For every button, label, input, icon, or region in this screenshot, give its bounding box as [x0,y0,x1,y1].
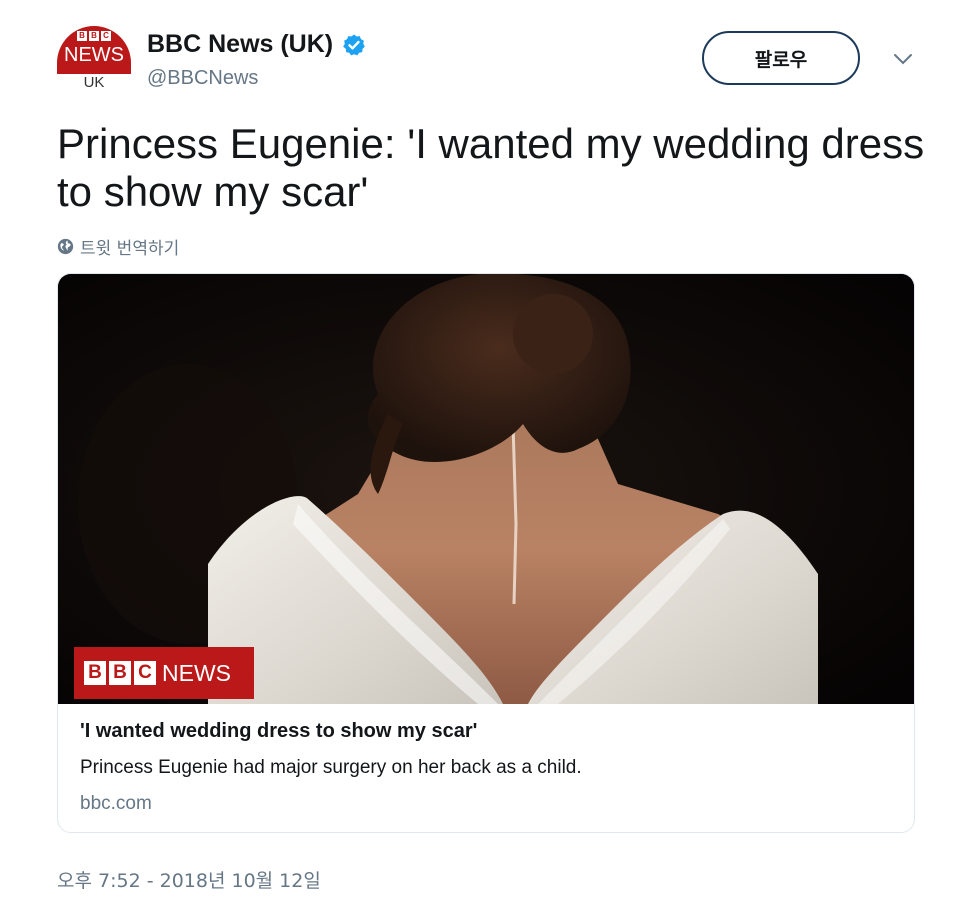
logo-block: C [134,661,156,685]
logo-block: B [84,661,106,685]
tweet-header: B B C NEWS UK BBC News (UK) @BBCNews 팔로우 [57,26,917,96]
avatar-bbc-blocks: B B C [77,31,111,41]
avatar-block: B [77,31,87,41]
globe-icon [57,238,74,255]
avatar[interactable]: B B C NEWS UK [57,26,131,94]
handle[interactable]: @BBCNews [147,67,366,90]
card-title: 'I wanted wedding dress to show my scar' [80,720,478,742]
avatar-news-text: NEWS [64,44,124,66]
verified-badge-icon [342,34,365,55]
bbc-news-logo: B B C NEWS [74,647,254,699]
avatar-block: B [89,31,99,41]
chevron-down-icon[interactable] [893,52,913,66]
card-image[interactable]: B B C NEWS [58,274,914,704]
translate-tweet-link[interactable]: 트윗 번역하기 [57,234,179,259]
avatar-block: C [101,31,111,41]
display-name[interactable]: BBC News (UK) [147,30,333,59]
link-card[interactable]: B B C NEWS 'I wanted wedding dress to sh… [57,273,915,833]
card-description: Princess Eugenie had major surgery on he… [80,757,582,778]
logo-block: B [109,661,131,685]
tweet-text: Princess Eugenie: 'I wanted my wedding d… [57,120,925,215]
card-domain: bbc.com [80,793,152,814]
wedding-dress-photo [58,274,914,704]
avatar-logo: B B C NEWS [57,26,131,74]
logo-news-text: NEWS [162,659,231,686]
translate-label: 트윗 번역하기 [80,239,180,259]
card-body[interactable]: 'I wanted wedding dress to show my scar'… [80,720,880,815]
avatar-region: UK [83,74,105,91]
account-names: BBC News (UK) @BBCNews [147,30,366,90]
follow-button[interactable]: 팔로우 [702,31,860,85]
tweet-timestamp[interactable]: 오후 7:52 - 2018년 10월 12일 [57,866,321,893]
